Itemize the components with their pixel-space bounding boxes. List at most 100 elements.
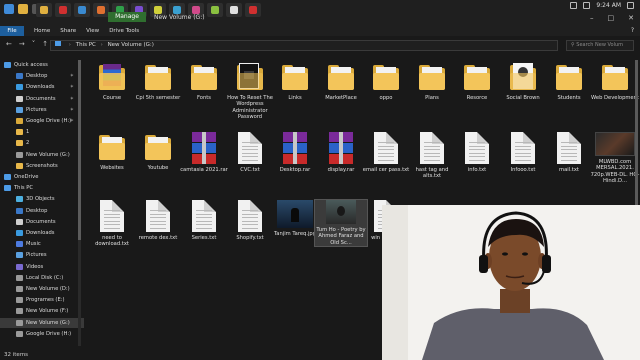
- app-tab-icon[interactable]: [36, 3, 52, 17]
- sidebar-item[interactable]: Desktop ✶: [0, 71, 84, 81]
- sidebar-item[interactable]: Desktop: [0, 206, 84, 216]
- app-tab-icon[interactable]: [245, 3, 261, 17]
- sidebar-item[interactable]: 1: [0, 127, 84, 137]
- sidebar-item[interactable]: Videos: [0, 262, 84, 272]
- file-item[interactable]: Resorce: [451, 62, 503, 101]
- file-name: Students: [557, 95, 581, 101]
- sidebar-item-icon: [16, 106, 23, 113]
- file-item[interactable]: Students: [543, 62, 595, 101]
- file-item[interactable]: MLWBD.com MERSAL.2021. 720p.WEB-DL. HQ-H…: [589, 132, 640, 185]
- file-item[interactable]: Social Brown: [497, 62, 549, 101]
- share-tab[interactable]: Share: [60, 28, 76, 34]
- qat-properties-icon[interactable]: [4, 4, 14, 14]
- app-tab-icon[interactable]: [226, 3, 242, 17]
- folder-icon: [189, 62, 219, 92]
- pin-icon: ✶: [69, 118, 74, 124]
- file-name: oppo: [379, 95, 393, 101]
- help-icon[interactable]: ?: [631, 27, 634, 34]
- file-item[interactable]: camtasia 2021.rar: [178, 132, 230, 173]
- forward-icon[interactable]: →: [19, 40, 25, 48]
- file-item[interactable]: Web Development: [589, 62, 640, 101]
- file-item[interactable]: Series.txt: [178, 200, 230, 241]
- notifications-icon[interactable]: [627, 2, 634, 9]
- folder-icon: [417, 62, 447, 92]
- sidebar-item-icon: [16, 162, 23, 169]
- file-name: Web Development: [591, 95, 639, 101]
- network-icon[interactable]: [570, 2, 578, 9]
- sidebar-scrollbar[interactable]: [78, 60, 81, 346]
- file-tab[interactable]: File: [0, 26, 24, 36]
- home-tab[interactable]: Home: [34, 28, 50, 34]
- breadcrumb-this-pc[interactable]: This PC: [76, 42, 96, 48]
- file-item[interactable]: Fonts: [178, 62, 230, 101]
- file-item[interactable]: Tanjim Tareq.jpg: [269, 200, 321, 237]
- sidebar-item[interactable]: New Volume (D:): [0, 284, 84, 294]
- sidebar-item-icon: [16, 241, 23, 248]
- maximize-icon[interactable]: □: [608, 14, 615, 22]
- file-item[interactable]: oppo: [360, 62, 412, 101]
- app-tab-icon[interactable]: [55, 3, 71, 17]
- file-item[interactable]: mail.txt: [543, 132, 595, 173]
- qat-new-folder-icon[interactable]: [18, 4, 28, 14]
- file-item[interactable]: Desktop.rar: [269, 132, 321, 173]
- file-item[interactable]: Cpi 5th semester: [132, 62, 184, 101]
- app-tab-icon[interactable]: [93, 3, 109, 17]
- file-item[interactable]: Links: [269, 62, 321, 101]
- sidebar-item-label: 1: [26, 129, 30, 136]
- sidebar-item[interactable]: Pictures ✶: [0, 105, 84, 115]
- up-icon[interactable]: ↑: [42, 40, 48, 48]
- sidebar-item[interactable]: Downloads ✶: [0, 82, 84, 92]
- content-scroll-thumb[interactable]: [635, 60, 638, 220]
- file-item[interactable]: Course: [86, 62, 138, 101]
- sidebar-item-icon: [4, 174, 11, 180]
- back-icon[interactable]: ←: [6, 40, 12, 48]
- pin-icon: ✶: [69, 106, 74, 113]
- sidebar-item[interactable]: Screenshots: [0, 161, 84, 171]
- sidebar-item[interactable]: New Volume (G:): [0, 317, 84, 328]
- sidebar-item[interactable]: Local Disk (C:): [0, 273, 84, 283]
- search-input[interactable]: ⚲ Search New Volum: [566, 40, 634, 51]
- recent-dropdown-icon[interactable]: ˅: [32, 40, 36, 48]
- sidebar-item-label: Google Drive (H:): [26, 118, 72, 124]
- sidebar-item[interactable]: Documents: [0, 217, 84, 227]
- volume-icon[interactable]: [583, 2, 591, 9]
- file-explorer-window: Manage New Volume (G:) 9:24 AM – □ ✕ Fil…: [0, 0, 640, 360]
- file-item[interactable]: Websites: [86, 132, 138, 171]
- breadcrumb-volume[interactable]: New Volume (G:): [108, 42, 154, 48]
- sidebar-item[interactable]: Google Drive (H:): [0, 329, 84, 339]
- sidebar-item[interactable]: New Volume (G:): [0, 150, 84, 160]
- app-tab-icon[interactable]: [207, 3, 223, 17]
- sidebar-item-label: Desktop: [26, 73, 48, 80]
- search-icon: ⚲: [571, 42, 575, 48]
- sidebar-item[interactable]: This PC: [0, 183, 84, 193]
- sidebar-item[interactable]: 2: [0, 138, 84, 148]
- clock[interactable]: 9:24 AM: [596, 2, 621, 9]
- file-item[interactable]: email cer pass.txt: [360, 132, 412, 173]
- sidebar-item[interactable]: Downloads: [0, 228, 84, 238]
- sidebar-item[interactable]: OneDrive: [0, 172, 84, 182]
- sidebar-item[interactable]: 3D Objects: [0, 194, 84, 204]
- file-item[interactable]: info.txt: [451, 132, 503, 173]
- minimize-icon[interactable]: –: [590, 14, 594, 22]
- text-file-icon: [192, 200, 216, 232]
- file-item[interactable]: Infooo.txt: [497, 132, 549, 173]
- file-item[interactable]: Youtube: [132, 132, 184, 171]
- address-field[interactable]: › This PC › New Volume (G:): [50, 40, 558, 51]
- close-icon[interactable]: ✕: [628, 14, 634, 22]
- file-item[interactable]: remote dex.txt: [132, 200, 184, 241]
- sidebar-item[interactable]: Music: [0, 239, 84, 249]
- sidebar-item[interactable]: Quick access: [0, 60, 84, 70]
- file-name: remote dex.txt: [138, 235, 178, 241]
- sidebar-item[interactable]: Documents ✶: [0, 94, 84, 104]
- file-item[interactable]: need to download.txt: [86, 200, 138, 248]
- sidebar-item[interactable]: Pictures: [0, 250, 84, 260]
- manage-tab[interactable]: Manage: [108, 12, 146, 22]
- sidebar-item[interactable]: New Volume (F:): [0, 306, 84, 316]
- view-tab[interactable]: View: [86, 28, 99, 34]
- sidebar-scroll-thumb[interactable]: [78, 60, 81, 240]
- sidebar-item[interactable]: Google Drive (H:) ✶: [0, 116, 84, 126]
- sidebar-item[interactable]: Programes (E:): [0, 295, 84, 305]
- text-file-icon: [420, 132, 444, 164]
- drive-tools-tab[interactable]: Drive Tools: [109, 28, 139, 34]
- app-tab-icon[interactable]: [74, 3, 90, 17]
